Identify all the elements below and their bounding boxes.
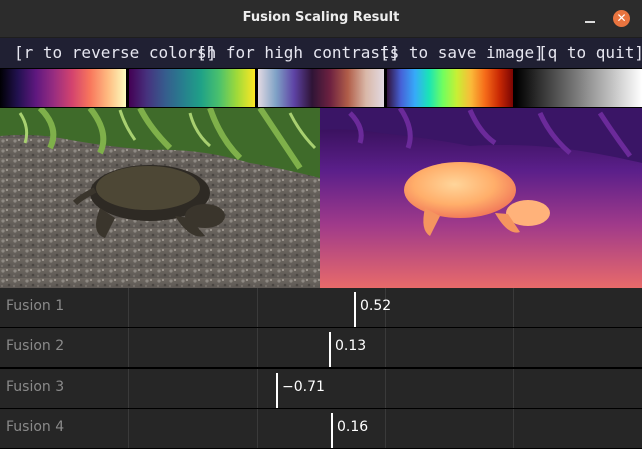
grid-line — [385, 368, 386, 408]
grid-line — [513, 288, 514, 327]
help-save-image: [s to save image] — [380, 43, 544, 62]
grid-line — [385, 328, 386, 368]
grid-line — [257, 288, 258, 327]
fusion-marker[interactable] — [354, 292, 356, 327]
fusion-row[interactable]: Fusion 2 0.13 — [0, 328, 642, 368]
fusion-row[interactable]: Fusion 3 −0.71 — [0, 368, 642, 408]
grid-line — [513, 368, 514, 408]
colormap-selector — [0, 68, 642, 108]
fusion-label: Fusion 4 — [6, 418, 65, 435]
grid-line — [257, 408, 258, 448]
fusion-bars: Fusion 1 0.52 Fusion 2 0.13 Fusion 3 −0.71 Fus… — [0, 288, 642, 449]
fusion-marker[interactable] — [329, 332, 331, 368]
turtle-photo-image — [0, 108, 320, 288]
grid-line — [513, 328, 514, 368]
grid-line — [257, 368, 258, 408]
fusion-marker[interactable] — [276, 372, 278, 408]
grid-line — [257, 328, 258, 368]
grid-line — [128, 288, 129, 327]
help-reverse-colors: [r to reverse colors] — [14, 43, 217, 62]
depth-map-image — [320, 108, 642, 288]
grid-line — [128, 328, 129, 368]
fusion-marker[interactable] — [331, 412, 333, 448]
fusion-value: 0.13 — [335, 338, 367, 355]
minimize-icon[interactable] — [582, 10, 598, 26]
fusion-value: 0.52 — [360, 298, 392, 314]
help-quit: [q to quit] — [538, 43, 642, 62]
window-title: Fusion Scaling Result — [242, 10, 400, 25]
grid-line — [513, 408, 514, 448]
help-bar: [r to reverse colors] [h for high contra… — [0, 38, 642, 68]
colormap-gray[interactable] — [516, 69, 642, 107]
app-content: [r to reverse colors] [h for high contra… — [0, 38, 642, 449]
grid-line — [385, 408, 386, 448]
grid-line — [128, 368, 129, 408]
fusion-row[interactable]: Fusion 4 0.16 — [0, 408, 642, 448]
depth-map — [320, 108, 642, 288]
fusion-label: Fusion 2 — [6, 338, 65, 355]
colormap-magma[interactable] — [0, 69, 126, 107]
colormap-viridis[interactable] — [129, 69, 255, 107]
colormap-twilight[interactable] — [258, 69, 384, 107]
fusion-label: Fusion 3 — [6, 378, 65, 395]
input-photo — [0, 108, 320, 288]
close-icon[interactable]: ✕ — [613, 10, 630, 27]
grid-line — [128, 408, 129, 448]
colormap-turbo[interactable] — [387, 69, 513, 107]
window-titlebar[interactable]: Fusion Scaling Result ✕ — [0, 0, 642, 38]
fusion-value: −0.71 — [282, 378, 325, 395]
fusion-value: 0.16 — [337, 418, 369, 435]
fusion-row[interactable]: Fusion 1 0.52 — [0, 288, 642, 327]
fusion-label: Fusion 1 — [6, 298, 65, 314]
help-high-contrast: [h for high contrast] — [197, 43, 400, 62]
